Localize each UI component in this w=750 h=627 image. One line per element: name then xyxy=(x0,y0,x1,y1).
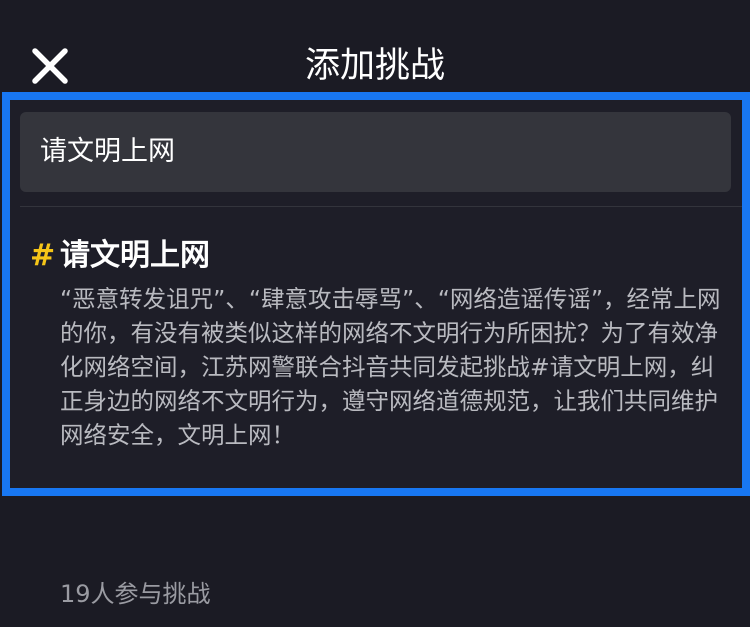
challenge-item[interactable]: # 请文明上网 “恶意转发诅咒”、“肆意攻击辱骂”、“网络造谣传谣”，经常上网的… xyxy=(30,236,730,452)
header: 添加挑战 xyxy=(0,0,750,92)
challenge-name: 请文明上网 xyxy=(60,238,210,273)
participants-count: 19人参与挑战 xyxy=(60,580,211,608)
hashtag-icon: # xyxy=(30,238,56,273)
challenge-description: “恶意转发诅咒”、“肆意攻击辱骂”、“网络造谣传谣”，经常上网的你，有没有被类似… xyxy=(60,285,721,449)
page-title: 添加挑战 xyxy=(304,46,445,86)
challenge-title-row: # 请文明上网 xyxy=(30,236,730,276)
divider xyxy=(20,206,742,207)
search-input[interactable]: 请文明上网 xyxy=(20,112,731,192)
highlighted-selection: 请文明上网 # 请文明上网 “恶意转发诅咒”、“肆意攻击辱骂”、“网络造谣传谣”… xyxy=(2,92,750,496)
